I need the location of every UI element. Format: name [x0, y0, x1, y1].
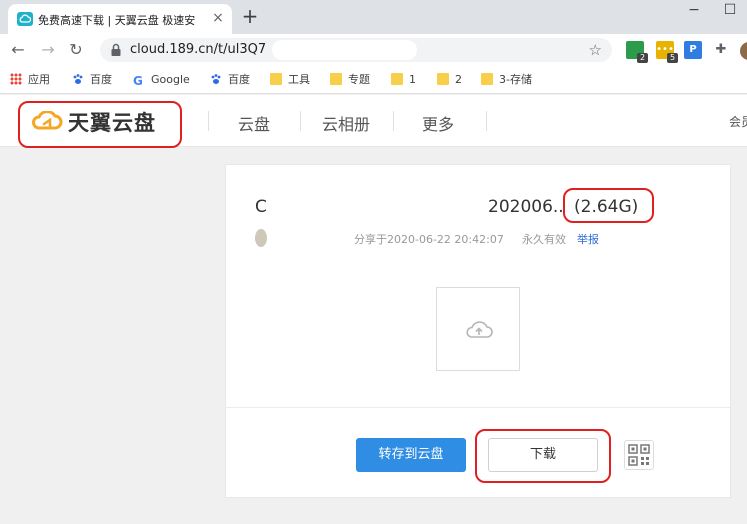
share-time: 分享于2020-06-22 20:42:07 — [354, 233, 504, 246]
folder-icon — [330, 73, 342, 85]
extensions-puzzle-icon[interactable]: ✚ — [712, 41, 730, 59]
save-to-cloud-button[interactable]: 转存到云盘 — [356, 438, 466, 472]
reload-button[interactable]: ↻ — [66, 40, 86, 60]
apps-icon — [10, 73, 22, 85]
tianyi-cloud-favicon-icon — [17, 12, 33, 26]
folder-icon — [391, 73, 403, 85]
extension-badge: 2 — [637, 53, 648, 63]
browser-tab[interactable]: 免费高速下载 | 天翼云盘 极速安 × — [8, 4, 232, 34]
nav-divider — [393, 111, 394, 131]
bookmark-label: 1 — [409, 73, 416, 86]
bookmark-folder-tools[interactable]: 工具 — [270, 72, 310, 88]
qr-code-icon[interactable] — [624, 440, 654, 470]
bookmark-label: 2 — [455, 73, 462, 86]
bookmark-folder-storage[interactable]: 3-存储 — [481, 72, 532, 88]
profile-avatar[interactable] — [740, 42, 747, 60]
nav-cloud-drive[interactable]: 云盘 — [238, 111, 270, 135]
dots-extension-icon[interactable]: ••• 5 — [656, 41, 678, 63]
bookmark-folder-topics[interactable]: 专题 — [330, 72, 370, 88]
folder-icon — [481, 73, 493, 85]
nav-divider — [486, 111, 487, 131]
extension-label: P — [689, 44, 697, 55]
bookmark-google[interactable]: G Google — [133, 72, 190, 88]
cloud-upload-icon — [466, 321, 493, 338]
back-button[interactable]: ← — [8, 40, 28, 60]
tab-close-icon[interactable]: × — [210, 10, 226, 26]
p-extension-icon[interactable]: P — [684, 41, 702, 59]
forward-button[interactable]: → — [38, 40, 58, 60]
bookmark-label: 工具 — [288, 73, 310, 86]
nav-cloud-album[interactable]: 云相册 — [322, 111, 370, 135]
site-header: 天翼云盘 云盘 云相册 更多 会员 — [0, 95, 747, 147]
validity-status: 永久有效 — [522, 233, 566, 246]
lock-icon — [111, 43, 121, 56]
address-bar[interactable]: cloud.189.cn/t/ul3Q7 ☆ — [100, 38, 612, 62]
baidu-paw-icon — [72, 73, 84, 85]
card-divider — [226, 407, 730, 408]
cloud-logo-icon — [32, 111, 63, 130]
folder-icon — [270, 73, 282, 85]
nav-more[interactable]: 更多 — [422, 111, 454, 135]
bookmark-baidu[interactable]: 百度 — [72, 72, 112, 88]
new-tab-button[interactable]: + — [240, 6, 260, 26]
bookmark-label: 百度 — [228, 73, 250, 86]
google-g-icon: G — [133, 74, 143, 88]
file-name-prefix: C — [255, 197, 267, 217]
file-size: (2.64G) — [574, 197, 639, 217]
shield-extension-icon[interactable]: 2 — [626, 41, 648, 63]
file-name: 202006.. — [488, 197, 564, 217]
folder-icon — [437, 73, 449, 85]
share-card: C 202006.. (2.64G) 分享于2020-06-22 20:42:0… — [225, 164, 731, 498]
nav-divider — [208, 111, 209, 131]
nav-divider — [300, 111, 301, 131]
bookmark-folder-2[interactable]: 2 — [437, 72, 462, 88]
sharer-avatar — [255, 229, 267, 247]
minimize-button[interactable]: − — [677, 0, 711, 24]
bookmark-apps[interactable]: 应用 — [10, 72, 50, 88]
tab-title: 免费高速下载 | 天翼云盘 极速安 — [38, 14, 196, 27]
header-member-link[interactable]: 会员 — [729, 113, 747, 130]
bookmark-star-icon[interactable]: ☆ — [589, 41, 602, 59]
bookmark-label: 百度 — [90, 73, 112, 86]
extension-badge: 5 — [667, 53, 678, 63]
url-text: cloud.189.cn/t/ul3Q7 — [130, 42, 267, 57]
bookmark-label: 3-存储 — [499, 73, 532, 86]
download-button[interactable]: 下载 — [488, 438, 598, 472]
redacted-url-area — [272, 40, 417, 60]
file-thumbnail — [436, 287, 520, 371]
bookmark-label: Google — [151, 73, 190, 86]
tab-strip: 免费高速下载 | 天翼云盘 极速安 × + − ☐ — [0, 0, 747, 34]
report-link[interactable]: 举报 — [577, 231, 599, 247]
bookmark-folder-1[interactable]: 1 — [391, 72, 416, 88]
baidu-paw-icon — [210, 73, 222, 85]
bookmark-label: 专题 — [348, 73, 370, 86]
maximize-button[interactable]: ☐ — [713, 0, 747, 24]
bookmarks-bar: 应用 百度 G Google 百度 工具 专题 1 2 3-存储 — [0, 66, 747, 94]
bookmark-label: 应用 — [28, 73, 50, 86]
logo-text: 天翼云盘 — [68, 111, 156, 135]
browser-toolbar: ← → ↻ cloud.189.cn/t/ul3Q7 ☆ 2 ••• 5 P ✚ — [0, 34, 747, 66]
bookmark-baidu-2[interactable]: 百度 — [210, 72, 250, 88]
